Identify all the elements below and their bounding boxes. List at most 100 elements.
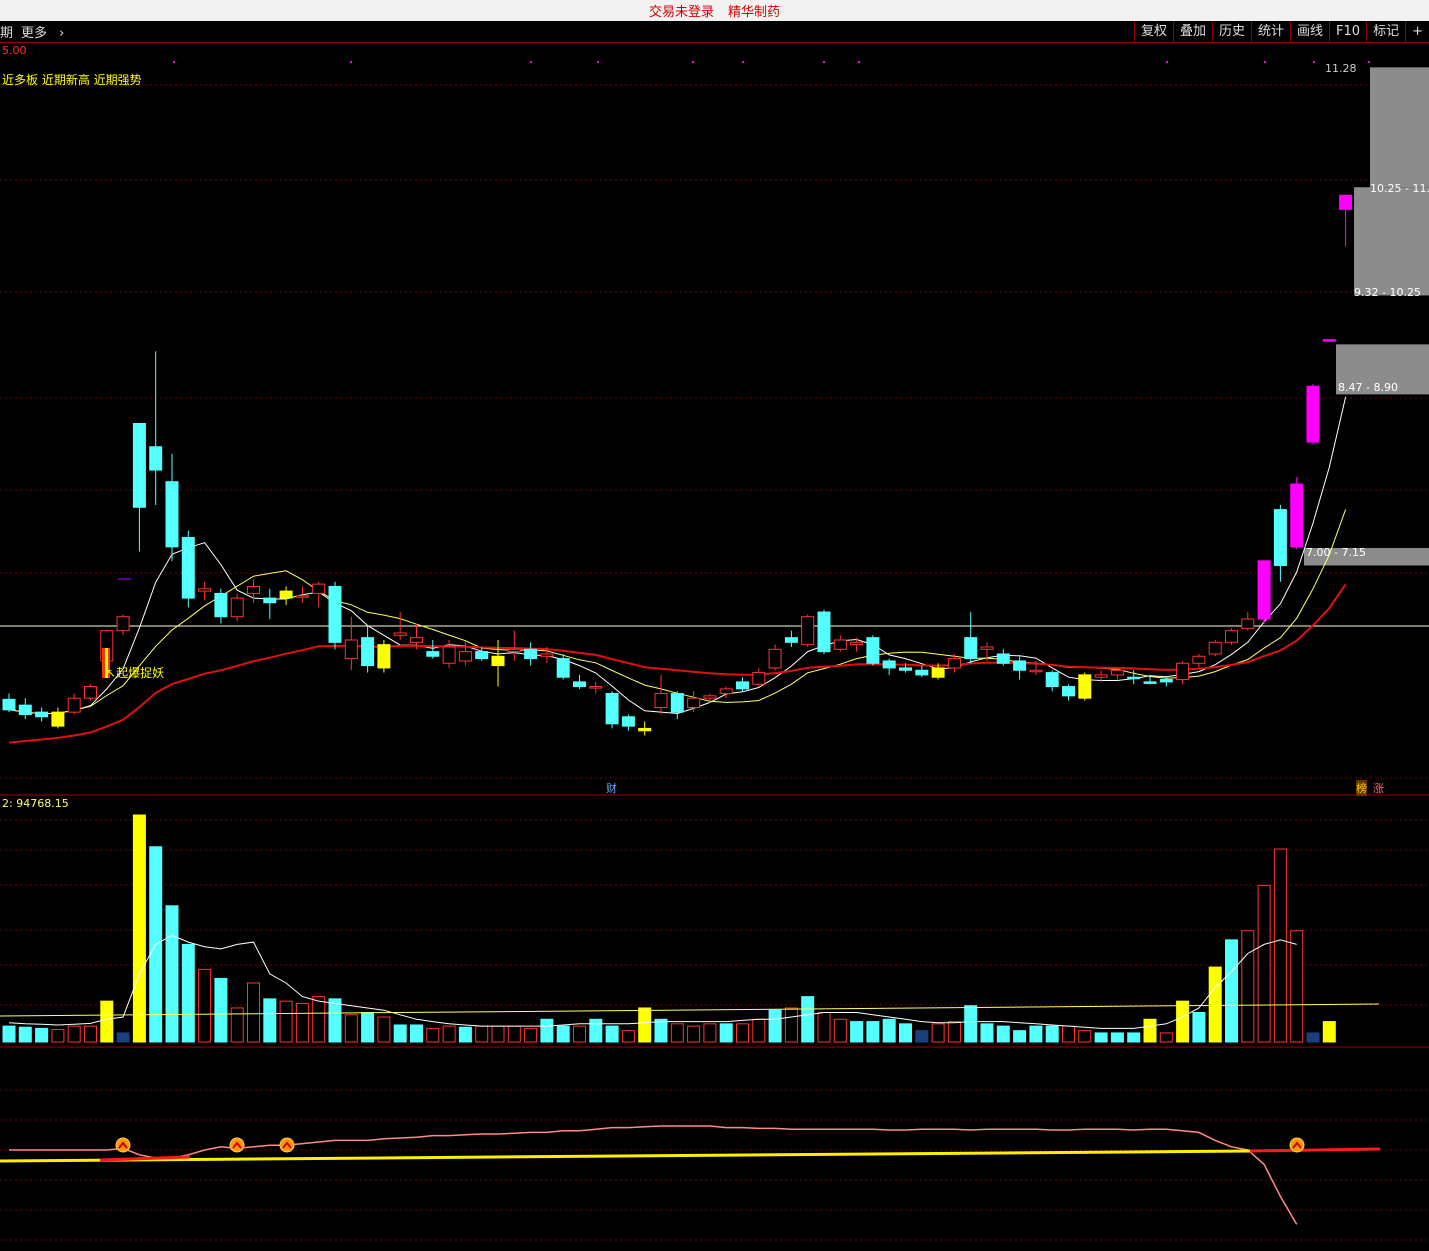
candle-body: [1192, 655, 1206, 664]
candle-body: [51, 711, 65, 727]
volume-bar: [1290, 930, 1304, 1043]
volume-bar: [230, 1007, 244, 1043]
volume-bar: [524, 1027, 538, 1043]
candle-body: [621, 716, 635, 727]
event-mark-rise[interactable]: 涨: [1373, 780, 1384, 796]
candle-body: [931, 667, 945, 678]
candle-body: [361, 637, 375, 667]
volume-bar: [1045, 1025, 1059, 1043]
candle-body: [1273, 509, 1287, 566]
volume-bar: [247, 982, 260, 1043]
candle-body: [784, 637, 798, 643]
candle-body: [35, 711, 49, 718]
candle-body: [947, 658, 961, 669]
volume-bar: [1094, 1032, 1108, 1043]
candle-body: [149, 446, 163, 471]
candle-body: [687, 697, 701, 708]
chip-zone: [1370, 67, 1429, 188]
candle-body: [1339, 194, 1353, 210]
candle-body: [475, 651, 489, 660]
volume-bar: [507, 1025, 521, 1043]
candle-body: [670, 693, 684, 713]
zone-label-2: 9.32 - 10.25: [1354, 286, 1421, 299]
volume-bar: [1322, 1021, 1336, 1043]
event-dot: [1368, 61, 1370, 63]
candle-body: [752, 672, 766, 685]
volume-bar: [410, 1024, 423, 1043]
candle-body: [181, 537, 195, 599]
volume-bar: [833, 1018, 847, 1043]
volume-bar: [1029, 1025, 1043, 1043]
candle-body: [736, 681, 749, 690]
event-mark-finance[interactable]: 财: [606, 780, 617, 796]
candle-body: [1290, 483, 1304, 548]
volume-bar: [817, 1011, 831, 1043]
ma5-line: [8, 396, 1347, 715]
candle-body: [230, 597, 244, 618]
candle-body: [833, 639, 847, 650]
volume-bar: [263, 998, 277, 1043]
candle-body: [1062, 686, 1075, 697]
volume-bar: [882, 1018, 896, 1043]
volume-bar: [328, 998, 342, 1043]
volume-bar: [491, 1025, 505, 1043]
volume-bar: [1176, 1000, 1190, 1043]
candle-body: [1306, 385, 1320, 443]
candle-body: [442, 646, 456, 664]
volume-label: 2: 94768.15: [2, 797, 69, 810]
volume-bar: [475, 1025, 489, 1043]
candle-body: [980, 646, 994, 650]
volume-bar: [84, 1025, 97, 1043]
volume-bar: [426, 1027, 440, 1043]
volume-bar: [1143, 1018, 1157, 1043]
candle-body: [1094, 674, 1108, 678]
candles: [2, 194, 1353, 736]
candle-body: [1322, 339, 1336, 342]
volume-bar: [18, 1026, 32, 1043]
buy-signal-icon: [115, 1137, 131, 1153]
osc-line: [9, 1125, 1298, 1225]
volume-bar: [703, 1023, 717, 1043]
volume-bar: [752, 1018, 766, 1043]
volume-bar: [768, 1009, 782, 1043]
candle-body: [1225, 630, 1238, 643]
candle-body: [996, 653, 1010, 664]
candle-body: [426, 651, 440, 657]
volume-bar: [1062, 1025, 1075, 1043]
candle-body: [67, 697, 81, 713]
candle-body: [703, 695, 717, 699]
candle-body: [1176, 662, 1190, 681]
volume-bar: [67, 1025, 81, 1043]
volume-bar: [980, 1023, 994, 1043]
candle-body: [263, 597, 277, 604]
candle-body: [556, 658, 570, 678]
candle-body: [654, 693, 668, 708]
candle-body: [638, 727, 652, 732]
candle-body: [2, 698, 16, 711]
volume-bar: [132, 814, 146, 1043]
candle-body: [1208, 641, 1222, 655]
candle-body: [279, 590, 293, 599]
candle-body: [1110, 669, 1124, 676]
candle-body: [866, 637, 880, 664]
volume-bar: [801, 996, 815, 1043]
signal-label: ↖起爆捉妖: [106, 666, 165, 680]
volume-bar: [1013, 1030, 1027, 1043]
volume-bar: [181, 943, 195, 1043]
candle-body: [915, 669, 929, 676]
candle-body: [458, 651, 472, 662]
volume-bar: [687, 1025, 701, 1043]
event-mark-rank[interactable]: 榜: [1356, 780, 1367, 796]
kline-chart[interactable]: [0, 0, 1429, 1251]
candle-body: [18, 704, 32, 715]
buy-signal-icon: [229, 1137, 245, 1153]
volume-bar: [116, 1032, 130, 1043]
volume-bar: [931, 1023, 945, 1043]
volume-bar: [947, 1021, 961, 1043]
volume-bar: [1225, 939, 1238, 1043]
arrow-icon: ↖: [106, 666, 117, 680]
axis-top-value: 11.28: [1325, 62, 1357, 75]
candle-body: [214, 592, 228, 618]
volume-bar: [784, 1007, 798, 1043]
volume-bar: [1241, 930, 1255, 1043]
